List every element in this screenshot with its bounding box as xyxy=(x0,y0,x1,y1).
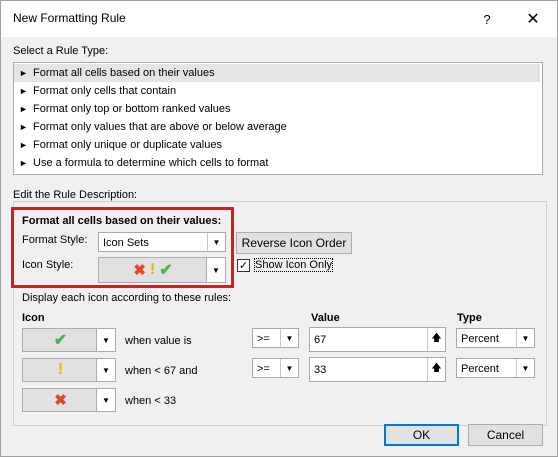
arrow-icon: ► xyxy=(19,158,28,168)
rule3-condition-text: when < 33 xyxy=(125,395,177,407)
rule2-operator-dropdown[interactable]: >= ▼ xyxy=(252,358,299,378)
red-x-icon: ✖ xyxy=(54,392,67,409)
icon-style-preview: ✖ ! ✔ xyxy=(99,258,207,282)
arrow-icon: ► xyxy=(19,104,28,114)
icon-column-header: Icon xyxy=(22,312,45,324)
rule-type-item[interactable]: ► Format only values that are above or be… xyxy=(14,118,540,136)
arrow-icon: ► xyxy=(19,68,28,78)
ok-button[interactable]: OK xyxy=(384,424,459,446)
rule-type-label: Select a Rule Type: xyxy=(13,45,109,57)
chevron-down-icon: ▼ xyxy=(280,329,298,347)
rule2-condition-text: when < 67 and xyxy=(125,365,198,377)
rule-type-item[interactable]: ► Format only unique or duplicate values xyxy=(14,136,540,154)
rule2-value-input[interactable]: 33 🡅 xyxy=(309,357,446,382)
range-select-icon[interactable]: 🡅 xyxy=(427,328,445,351)
icon-style-label: Icon Style: xyxy=(22,259,74,271)
format-style-label: Format Style: xyxy=(22,234,88,246)
rule1-icon-dropdown[interactable]: ✔ ▼ xyxy=(22,328,116,352)
icon-style-dropdown[interactable]: ✖ ! ✔ ▼ xyxy=(98,257,226,283)
rule1-type-dropdown[interactable]: Percent ▼ xyxy=(456,328,535,348)
type-column-header: Type xyxy=(457,312,482,324)
rule3-icon-dropdown[interactable]: ✖ ▼ xyxy=(22,388,116,412)
show-icon-only-checkbox[interactable]: ✓ xyxy=(237,259,250,272)
edit-heading: Format all cells based on their values: xyxy=(22,215,222,227)
title-bar: New Formatting Rule ? ✕ xyxy=(1,1,557,37)
chevron-down-icon: ▼ xyxy=(516,329,534,347)
rule1-value-input[interactable]: 67 🡅 xyxy=(309,327,446,352)
green-check-icon: ✔ xyxy=(159,262,173,279)
cancel-button[interactable]: Cancel xyxy=(468,424,543,446)
format-style-dropdown[interactable]: Icon Sets ▼ xyxy=(98,232,226,252)
reverse-icon-order-button[interactable]: Reverse Icon Order xyxy=(236,232,352,254)
chevron-down-icon: ▼ xyxy=(96,359,115,381)
yellow-exclamation-icon: ! xyxy=(149,261,156,278)
rule-type-item[interactable]: ► Use a formula to determine which cells … xyxy=(14,154,540,172)
chevron-down-icon: ▼ xyxy=(516,359,534,377)
rule-type-item[interactable]: ► Format all cells based on their values xyxy=(14,64,540,82)
chevron-down-icon: ▼ xyxy=(207,233,225,251)
range-select-icon[interactable]: 🡅 xyxy=(427,358,445,381)
chevron-down-icon: ▼ xyxy=(206,258,225,282)
arrow-icon: ► xyxy=(19,140,28,150)
dialog-title: New Formatting Rule xyxy=(13,11,126,25)
rule-type-list[interactable]: ► Format all cells based on their values … xyxy=(13,62,543,175)
help-icon[interactable]: ? xyxy=(473,7,501,31)
rule1-operator-dropdown[interactable]: >= ▼ xyxy=(252,328,299,348)
red-x-icon: ✖ xyxy=(133,262,146,279)
rule2-icon-dropdown[interactable]: ! ▼ xyxy=(22,358,116,382)
rule2-type-dropdown[interactable]: Percent ▼ xyxy=(456,358,535,378)
chevron-down-icon: ▼ xyxy=(280,359,298,377)
chevron-down-icon: ▼ xyxy=(96,329,115,351)
rule-type-item[interactable]: ► Format only top or bottom ranked values xyxy=(14,100,540,118)
show-icon-only-label[interactable]: Show Icon Only xyxy=(253,258,334,272)
new-formatting-rule-dialog: New Formatting Rule ? ✕ Select a Rule Ty… xyxy=(0,0,558,457)
chevron-down-icon: ▼ xyxy=(96,389,115,411)
rule-type-item[interactable]: ► Format only cells that contain xyxy=(14,82,540,100)
rule1-condition-text: when value is xyxy=(125,335,192,347)
dialog-body: Select a Rule Type: ► Format all cells ba… xyxy=(1,37,557,456)
green-check-icon: ✔ xyxy=(53,332,68,349)
edit-rule-label: Edit the Rule Description: xyxy=(13,189,138,201)
check-icon: ✓ xyxy=(238,260,249,272)
yellow-exclamation-icon: ! xyxy=(57,361,64,378)
arrow-icon: ► xyxy=(19,86,28,96)
value-column-header: Value xyxy=(311,312,340,324)
arrow-icon: ► xyxy=(19,122,28,132)
display-rules-label: Display each icon according to these rul… xyxy=(22,292,232,304)
close-icon[interactable]: ✕ xyxy=(519,7,547,31)
